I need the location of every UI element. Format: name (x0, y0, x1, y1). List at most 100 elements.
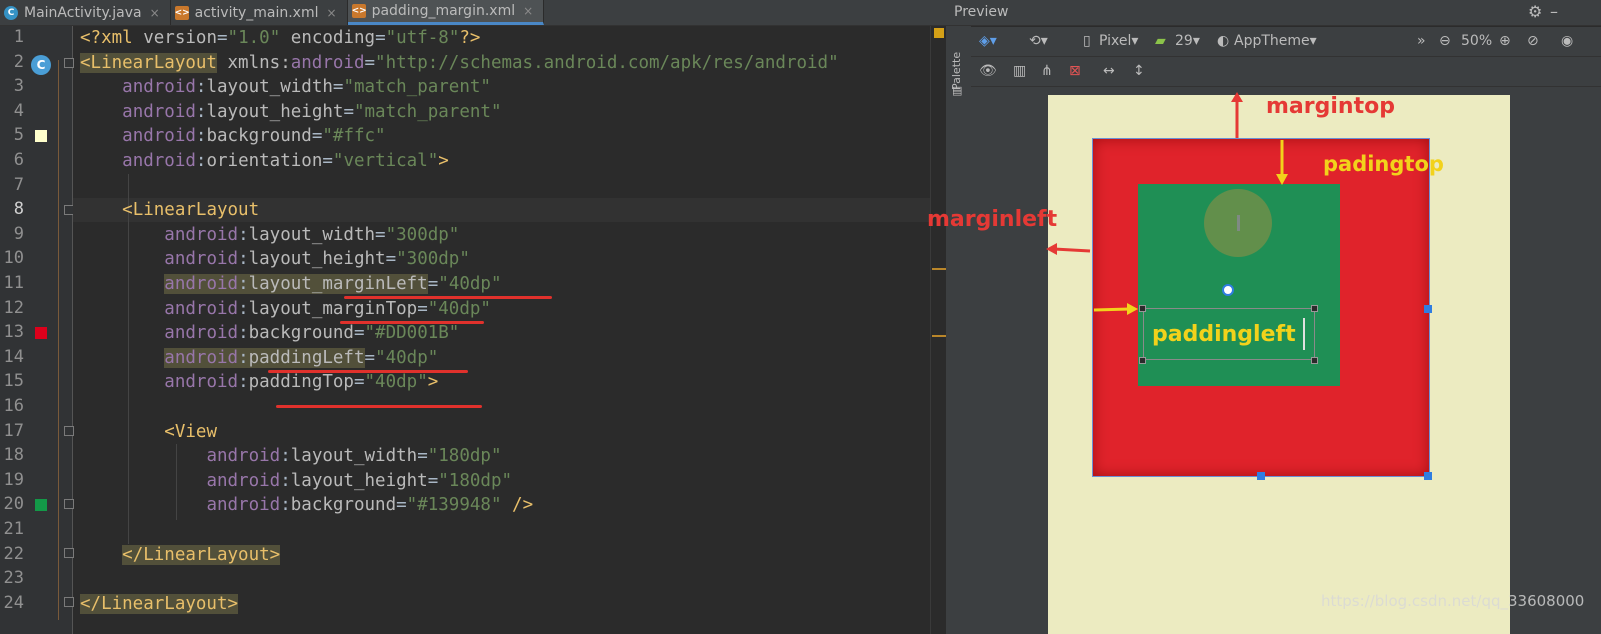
theme-label: AppTheme (1234, 33, 1310, 49)
fold-icon[interactable] (64, 426, 74, 436)
editor-tab-bar: C MainActivity.java × <> activity_main.x… (0, 0, 966, 26)
line-number: 7 (13, 174, 24, 195)
code-line-8: <LinearLayout (122, 200, 260, 221)
annotation-underline (276, 405, 482, 408)
resize-handle[interactable] (1139, 357, 1146, 364)
layers-icon[interactable]: ◈▾ (979, 33, 997, 49)
gutter-divider (72, 26, 73, 634)
close-icon[interactable]: × (523, 4, 533, 18)
line-number: 10 (3, 248, 24, 269)
resize-handle[interactable] (1424, 472, 1432, 480)
magnet-icon[interactable]: ⋔ (1041, 63, 1053, 79)
line-number: 18 (3, 445, 24, 466)
warning-icon[interactable] (934, 28, 944, 38)
line-number: 1 (13, 27, 24, 47)
fold-icon[interactable] (64, 58, 74, 68)
theme-selector[interactable]: AppTheme▾ (1234, 33, 1317, 49)
xml-file-icon: <> (351, 4, 367, 18)
line-number: 19 (3, 469, 24, 490)
preview-toolbar-bottom: 👁 ▥ ⋔ ⊠ ↔ ↕ (971, 57, 1601, 87)
annotation-padding-left: paddingleft (1152, 322, 1296, 347)
color-swatch-icon[interactable] (35, 130, 47, 142)
preview-header: Preview ⚙ – (946, 0, 1601, 26)
padding-top-arrow-head (1276, 174, 1288, 185)
line-number: 5 (13, 125, 24, 146)
zoom-out-icon[interactable]: ⊖ (1439, 33, 1451, 49)
code-line-9: android:layout_width="300dp" (164, 224, 460, 245)
theme-icon: ◐ (1217, 33, 1230, 49)
fold-icon[interactable] (64, 548, 74, 558)
blueprint-icon[interactable]: ▥ (1013, 63, 1026, 79)
refresh-icon[interactable]: ◉ (1561, 33, 1573, 49)
more-icon[interactable]: » (1417, 33, 1426, 49)
fold-icon[interactable] (64, 597, 74, 607)
resize-handle[interactable] (1311, 357, 1318, 364)
class-usage-icon[interactable]: C (31, 55, 51, 75)
device-label: Pixel (1099, 33, 1132, 49)
api-selector[interactable]: 29▾ (1175, 33, 1200, 49)
code-line-24: </LinearLayout> (80, 593, 239, 614)
tab-padding-margin[interactable]: <> padding_margin.xml × (347, 0, 545, 25)
resize-handle[interactable] (1257, 472, 1265, 480)
tab-mainactivity[interactable]: C MainActivity.java × (0, 0, 171, 25)
annotation-underline (340, 321, 484, 324)
code-line-4: android:layout_height="match_parent" (122, 101, 502, 122)
line-number: 17 (3, 420, 24, 441)
code-line-22: </LinearLayout> (122, 544, 281, 565)
tab-label: activity_main.xml (194, 4, 319, 21)
line-number: 14 (3, 346, 24, 367)
code-line-1: <?xml version="1.0" encoding="utf-8"?> (80, 28, 481, 48)
annotation-underline (268, 370, 468, 373)
code-line-20: android:background="#139948" /> (206, 495, 534, 516)
line-number: 24 (3, 592, 24, 613)
line-number: 22 (3, 543, 24, 564)
code-line-3: android:layout_width="match_parent" (122, 77, 491, 98)
color-swatch-icon[interactable] (35, 499, 47, 511)
annotation-margin-top: margintop (1266, 94, 1395, 119)
line-number: 23 (3, 568, 24, 589)
line-number: 13 (3, 322, 24, 343)
fold-icon[interactable] (64, 499, 74, 509)
margin-top-arrow-head (1231, 92, 1243, 102)
api-label: 29 (1175, 33, 1193, 49)
close-icon[interactable]: × (327, 6, 337, 20)
clear-constraints-icon[interactable]: ⊠ (1069, 63, 1081, 79)
zoom-fit-icon[interactable]: ⊘ (1527, 33, 1539, 49)
tab-activity-main[interactable]: <> activity_main.xml × (171, 0, 348, 25)
code-line-15: android:paddingTop="40dp"> (164, 372, 439, 393)
device-selector[interactable]: Pixel▾ (1099, 33, 1138, 49)
line-number: 16 (3, 396, 24, 416)
code-line-13: android:background="#DD001B" (164, 323, 460, 344)
zoom-in-icon[interactable]: ⊕ (1499, 33, 1511, 49)
orientation-icon[interactable]: ⟲▾ (1029, 33, 1048, 49)
preview-title: Preview (954, 4, 1009, 20)
eye-icon[interactable]: 👁 (979, 63, 997, 79)
preview-toolbar-top: ◈▾ ⟲▾ ▯ Pixel▾ ▰ 29▾ ◐ AppTheme▾ » ⊖ 50%… (971, 27, 1601, 57)
line-number: 9 (13, 223, 24, 244)
code-line-14: android:paddingLeft="40dp" (164, 347, 439, 368)
gear-icon[interactable]: ⚙ (1528, 2, 1542, 21)
code-line-10: android:layout_height="300dp" (164, 249, 470, 270)
line-number: 8 (13, 199, 24, 220)
code-line-12: android:layout_marginTop="40dp" (164, 298, 491, 319)
code-line-6: android:orientation="vertical"> (122, 151, 449, 171)
line-number: 11 (3, 273, 24, 293)
code-line-2: <LinearLayout xmlns:android="http://sche… (80, 52, 839, 73)
code-editor[interactable]: <?xml version="1.0" encoding="utf-8"?> <… (80, 26, 936, 634)
color-swatch-icon[interactable] (35, 327, 47, 339)
device-icon[interactable]: ▯ (1083, 33, 1091, 49)
code-line-18: android:layout_width="180dp" (206, 446, 502, 467)
close-icon[interactable]: × (150, 6, 160, 20)
annotation-underline (344, 296, 552, 299)
padding-left-arrow-head (1127, 303, 1138, 315)
line-number: 21 (3, 519, 24, 539)
hide-icon[interactable]: – (1550, 2, 1558, 21)
expand-vertical-icon[interactable]: ↕ (1133, 63, 1145, 79)
stripe-mark[interactable] (932, 335, 946, 337)
xml-file-icon: <> (174, 5, 190, 20)
code-line-19: android:layout_height="180dp" (206, 470, 513, 491)
tab-label: padding_margin.xml (371, 3, 516, 19)
line-number: 15 (3, 371, 24, 392)
expand-horizontal-icon[interactable]: ↔ (1103, 63, 1115, 79)
watermark: https://blog.csdn.net/qq_33608000 (1321, 592, 1585, 610)
